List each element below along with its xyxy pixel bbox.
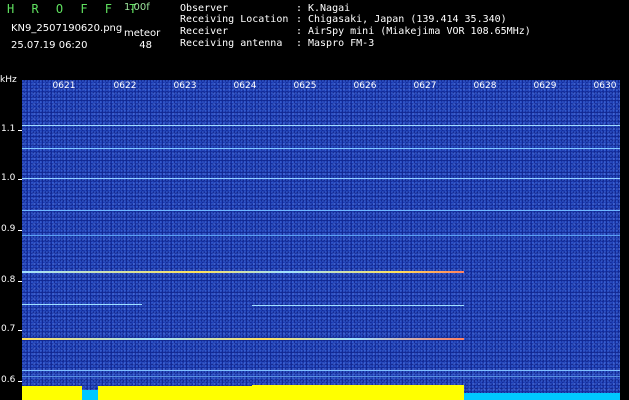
- x-tick-label: 0627: [413, 81, 437, 91]
- meteor-count-value: 48: [139, 40, 152, 51]
- observer-value: K.Nagai: [308, 3, 351, 14]
- image-filename: KN9_2507190620.png: [11, 23, 123, 34]
- carrier-trace: [22, 125, 620, 126]
- location-separator: :: [296, 14, 303, 25]
- carrier-trace: [22, 178, 620, 179]
- receiver-value: AirSpy mini (Miakejima VOR 108.65MHz): [308, 26, 531, 37]
- x-tick-label: 0628: [473, 81, 497, 91]
- level-bar-segment: [98, 386, 252, 400]
- level-bar-segment: [252, 385, 464, 400]
- level-bar-segment: [82, 390, 98, 400]
- spectrogram-plot: [22, 80, 620, 400]
- y-tick-mark: [18, 179, 22, 180]
- plot-right-margin: [620, 80, 629, 400]
- x-tick-label: 0630: [593, 81, 617, 91]
- antenna-label: Receiving antenna: [180, 38, 283, 49]
- location-label: Receiving Location: [180, 14, 289, 25]
- carrier-trace: [22, 370, 620, 371]
- x-tick-label: 0626: [353, 81, 377, 91]
- observer-separator: :: [296, 3, 303, 14]
- y-tick-mark: [18, 330, 22, 331]
- y-tick-mark: [18, 130, 22, 131]
- carrier-trace: [22, 338, 464, 340]
- carrier-trace: [22, 304, 142, 305]
- carrier-trace: [252, 305, 464, 306]
- y-axis-unit: kHz: [0, 75, 17, 85]
- x-tick-label: 0629: [533, 81, 557, 91]
- carrier-trace: [22, 376, 620, 377]
- carrier-trace: [22, 148, 620, 149]
- receiver-separator: :: [296, 26, 303, 37]
- x-tick-label: 0624: [233, 81, 257, 91]
- carrier-trace: [22, 210, 620, 211]
- meteor-count-label: meteor: [124, 28, 161, 39]
- carrier-trace: [22, 235, 620, 236]
- level-bar-segment: [22, 386, 82, 400]
- level-bar-segment: [464, 393, 620, 400]
- x-tick-label: 0622: [113, 81, 137, 91]
- observer-label: Observer: [180, 3, 229, 14]
- y-tick-mark: [18, 281, 22, 282]
- signal-level-bars: [22, 381, 620, 400]
- x-tick-label: 0625: [293, 81, 317, 91]
- app-title: H R O F F T: [7, 2, 142, 16]
- y-tick-mark: [18, 230, 22, 231]
- antenna-value: Maspro FM-3: [308, 38, 375, 49]
- info-header: H R O F F T 1.00f KN9_2507190620.png 25.…: [0, 0, 629, 74]
- antenna-separator: :: [296, 38, 303, 49]
- receiver-label: Receiver: [180, 26, 229, 37]
- x-tick-label: 0623: [173, 81, 197, 91]
- app-version: 1.00f: [124, 2, 150, 13]
- carrier-trace: [22, 271, 464, 273]
- observation-datetime: 25.07.19 06:20: [11, 40, 88, 51]
- x-tick-label: 0621: [52, 81, 76, 91]
- location-value: Chigasaki, Japan (139.414 35.340): [308, 14, 507, 25]
